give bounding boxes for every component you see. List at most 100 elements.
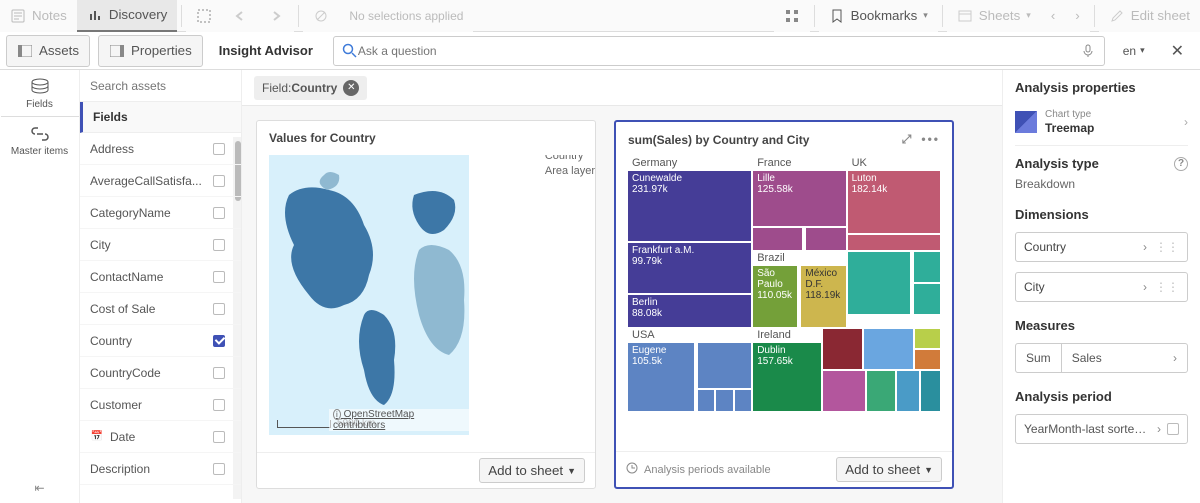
close-icon: ✕ — [1171, 43, 1184, 60]
field-row[interactable]: Country — [80, 325, 241, 357]
discovery-icon — [87, 7, 103, 23]
chip-value: Country — [291, 81, 337, 95]
rail-master-items[interactable]: Master items — [1, 117, 79, 163]
bookmarks-button[interactable]: Bookmarks ▾ — [819, 0, 938, 32]
smart-select-button[interactable] — [186, 0, 222, 32]
map-visual[interactable]: 5000 km i OpenStreetMap contributors — [269, 155, 469, 435]
separator — [298, 5, 299, 27]
treemap-val: 231.97k — [632, 184, 747, 195]
field-row[interactable]: Description — [80, 453, 241, 485]
field-row[interactable]: City — [80, 229, 241, 261]
field-row[interactable]: ContactName — [80, 261, 241, 293]
card-treemap[interactable]: sum(Sales) by Country and City ⤢ ••• Ger… — [614, 120, 954, 489]
chevron-left-icon: ‹ — [1051, 8, 1055, 23]
sheets-button[interactable]: Sheets ▾ — [947, 0, 1041, 32]
chart-type-selector[interactable]: Chart type Treemap › — [1015, 105, 1188, 146]
measure-agg[interactable]: Sum — [1016, 344, 1061, 372]
field-label: City — [90, 238, 111, 252]
treemap-country-brazil: Brazil — [753, 252, 845, 266]
period-checkbox[interactable] — [1167, 423, 1179, 435]
separator — [1094, 5, 1095, 27]
dimension-label: Country — [1024, 240, 1066, 254]
treemap-visual[interactable]: Germany Cunewalde 231.97k Frankfurt a.M.… — [628, 157, 940, 451]
discovery-label: Discovery — [109, 7, 168, 22]
treemap-icon — [1015, 111, 1037, 133]
assets-button[interactable]: Assets — [6, 35, 90, 67]
period-item[interactable]: YearMonth-last sorte… › — [1015, 414, 1188, 444]
add-to-sheet-button[interactable]: Add to sheet ▼ — [479, 458, 585, 483]
field-row[interactable]: Address — [80, 133, 241, 165]
grid-button[interactable] — [774, 0, 810, 32]
field-checkbox[interactable] — [213, 431, 225, 443]
field-checkbox[interactable] — [213, 207, 225, 219]
field-row[interactable]: AverageCallSatisfa... — [80, 165, 241, 197]
field-checkbox[interactable] — [213, 271, 225, 283]
notes-label: Notes — [32, 8, 67, 23]
map-credit[interactable]: i OpenStreetMap contributors — [329, 409, 469, 431]
next-sheet-button[interactable]: › — [1065, 0, 1089, 32]
card-map: Values for Country Country Area layer — [256, 120, 596, 489]
field-row[interactable]: 📅Date — [80, 421, 241, 453]
card-treemap-title: sum(Sales) by Country and City — [628, 133, 809, 147]
treemap-country-ireland: Ireland — [753, 329, 821, 343]
language-selector[interactable]: en ▾ — [1113, 44, 1155, 58]
treemap-val: 125.58k — [757, 184, 841, 195]
dimension-city[interactable]: City › ⋮⋮ — [1015, 272, 1188, 302]
treemap-val: 157.65k — [757, 356, 817, 367]
info-icon[interactable]: ? — [1174, 157, 1188, 171]
edit-sheet-button[interactable]: Edit sheet — [1099, 0, 1200, 32]
panel-right-icon — [109, 43, 125, 59]
language-label: en — [1123, 44, 1136, 58]
discovery-button[interactable]: Discovery — [77, 0, 178, 32]
field-checkbox[interactable] — [213, 399, 225, 411]
dimension-country[interactable]: Country › ⋮⋮ — [1015, 232, 1188, 262]
field-checkbox[interactable] — [213, 335, 225, 347]
field-checkbox[interactable] — [213, 239, 225, 251]
map-legend-title: Country — [545, 155, 595, 164]
periods-info[interactable]: Analysis periods available — [626, 462, 771, 477]
chip-bar: Field:Country ✕ — [242, 70, 1002, 106]
measure-item[interactable]: Sum Sales› — [1015, 343, 1188, 373]
field-label: Cost of Sale — [90, 302, 155, 316]
field-checkbox[interactable] — [213, 175, 225, 187]
more-icon[interactable]: ••• — [921, 132, 940, 147]
properties-label: Properties — [131, 43, 192, 58]
field-row[interactable]: Cost of Sale — [80, 293, 241, 325]
field-checkbox[interactable] — [213, 463, 225, 475]
step-back-button[interactable] — [222, 0, 258, 32]
field-row[interactable]: Customer — [80, 389, 241, 421]
notes-button[interactable]: Notes — [0, 0, 77, 32]
field-checkbox[interactable] — [213, 143, 225, 155]
prev-sheet-button[interactable]: ‹ — [1041, 0, 1065, 32]
treemap-city: Luton — [852, 173, 936, 184]
question-input[interactable] — [358, 44, 1080, 58]
field-checkbox[interactable] — [213, 367, 225, 379]
field-row[interactable]: CountryCode — [80, 357, 241, 389]
field-checkbox[interactable] — [213, 303, 225, 315]
rail-fields[interactable]: Fields — [1, 70, 79, 117]
grip-icon[interactable]: ⋮⋮ — [1155, 240, 1179, 254]
chip-remove-icon[interactable]: ✕ — [343, 80, 359, 96]
chevron-right-icon: › — [1184, 115, 1188, 129]
analysis-type-value: Breakdown — [1015, 177, 1188, 191]
chevron-down-icon: ▾ — [923, 10, 928, 21]
add-to-sheet-button[interactable]: Add to sheet ▼ — [836, 457, 942, 482]
field-row[interactable]: CategoryName — [80, 197, 241, 229]
search-assets-input[interactable] — [80, 70, 241, 102]
fullscreen-icon[interactable]: ⤢ — [902, 132, 912, 147]
close-button[interactable]: ✕ — [1155, 41, 1200, 61]
caret-down-icon: ▼ — [567, 466, 576, 476]
periods-info-label: Analysis periods available — [644, 464, 771, 476]
microphone-icon[interactable] — [1080, 43, 1096, 59]
step-fwd-button[interactable] — [258, 0, 294, 32]
grip-icon[interactable]: ⋮⋮ — [1155, 280, 1179, 294]
rail-collapse[interactable]: ⇤ — [26, 473, 52, 503]
question-search[interactable] — [333, 36, 1105, 66]
fields-group-header[interactable]: Fields — [80, 102, 241, 133]
dimension-label: City — [1024, 280, 1045, 294]
smart-select-icon — [196, 8, 212, 24]
properties-button[interactable]: Properties — [98, 35, 203, 67]
clear-selections-button[interactable] — [303, 0, 339, 32]
treemap-city: México D.F. — [805, 268, 841, 290]
field-chip[interactable]: Field:Country ✕ — [254, 76, 367, 100]
